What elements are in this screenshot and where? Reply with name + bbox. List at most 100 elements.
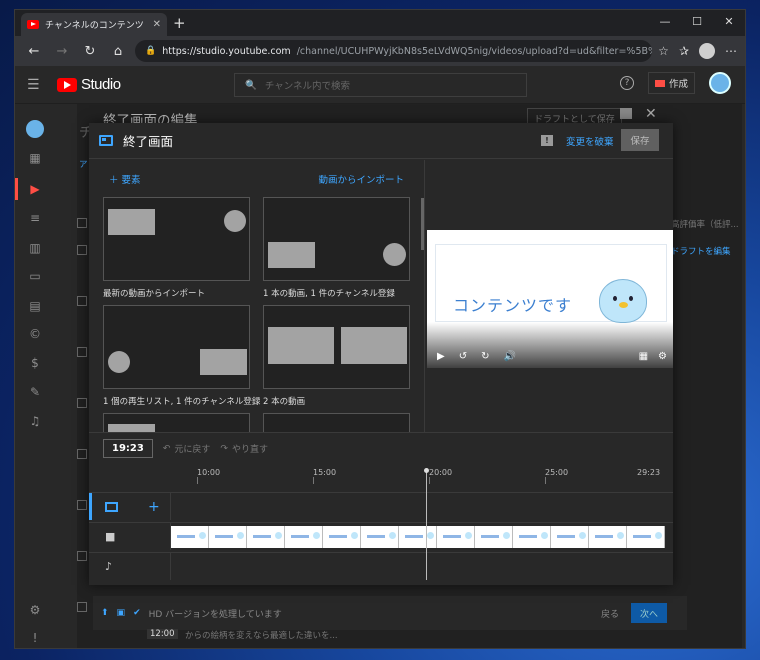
back-arrow-icon[interactable]: ←	[23, 44, 45, 59]
endscreen-icon	[99, 135, 113, 146]
bg-row-checkbox[interactable]	[77, 398, 87, 408]
discard-changes-button[interactable]: 変更を破棄	[566, 134, 614, 148]
collections-icon[interactable]: ✰	[679, 44, 689, 58]
tab-title: チャンネルのコンテンツ - YouTube Stu	[45, 21, 147, 31]
bg-row-checkbox[interactable]	[77, 551, 87, 561]
bg-select-all-checkbox[interactable]	[77, 218, 87, 228]
channel-avatar[interactable]	[709, 72, 731, 94]
volume-icon[interactable]: 🔊	[503, 351, 515, 362]
template-video-box	[341, 327, 407, 364]
grid-icon[interactable]: ▦	[639, 351, 648, 362]
ruler-tick: 25:00	[545, 468, 569, 477]
search-placeholder: チャンネル内で検索	[264, 81, 351, 92]
timeline-ruler[interactable]: 10:00 15:00 20:00 25:00 29:23	[89, 464, 673, 484]
save-button[interactable]: 保存	[621, 129, 659, 151]
bg-row-checkbox[interactable]	[77, 296, 87, 306]
copyright-icon[interactable]: ©	[27, 326, 43, 342]
template-playlist-box	[200, 349, 247, 375]
bg-edit-draft-link[interactable]: ドラフトを編集	[671, 245, 731, 257]
undo-icon: ↶	[162, 443, 171, 454]
back-button[interactable]: 戻る	[601, 607, 619, 620]
redo-button[interactable]: ↷ やり直す	[220, 442, 268, 456]
forward-arrow-icon[interactable]: →	[51, 44, 73, 59]
forward-icon[interactable]: ↻	[481, 351, 489, 362]
create-label: 作成	[668, 79, 688, 90]
play-icon[interactable]: ▶	[437, 351, 445, 362]
ruler-tick-mark	[429, 477, 430, 484]
tab-close-icon[interactable]: ✕	[153, 19, 161, 30]
endscreen-track-icon	[105, 501, 118, 512]
subtitles-icon[interactable]: ▤	[27, 298, 43, 314]
film-frame	[589, 526, 627, 548]
close-window-button[interactable]: ✕	[713, 10, 745, 32]
settings-gear-icon[interactable]: ⚙	[27, 602, 43, 618]
template-scrollbar[interactable]	[421, 198, 424, 250]
earn-icon[interactable]: $	[27, 355, 43, 371]
playlists-icon[interactable]: ≡	[27, 210, 43, 226]
plus-icon: ＋	[109, 175, 122, 186]
template-card[interactable]	[263, 305, 410, 389]
help-icon[interactable]: ?	[619, 76, 634, 90]
dashboard-icon[interactable]: ▦	[27, 150, 43, 166]
hd-icon: ▣	[116, 608, 126, 618]
video-track[interactable]: ■	[89, 522, 673, 550]
bg-row-checkbox[interactable]	[77, 347, 87, 357]
editor-feedback-icon[interactable]	[620, 108, 632, 119]
audio-library-icon[interactable]: ♫	[27, 413, 43, 429]
ruler-tick: 20:00	[429, 468, 453, 477]
endscreen-dialog: 終了画面 ! 変更を破棄 保存 ＋ 要素 動画からインポート 最新の動画からイン…	[89, 123, 673, 585]
import-from-video-button[interactable]: 動画からインポート	[318, 172, 404, 186]
bg-row-checkbox[interactable]	[77, 500, 87, 510]
reload-icon[interactable]: ↻	[79, 44, 101, 59]
new-tab-button[interactable]: +	[173, 14, 186, 32]
template-card[interactable]	[263, 413, 410, 432]
audio-track[interactable]: ♪	[89, 552, 673, 580]
comments-icon[interactable]: ▭	[27, 268, 43, 284]
analytics-icon[interactable]: ▥	[27, 240, 43, 256]
template-pane: ＋ 要素 動画からインポート 最新の動画からインポート 1 本の動画, 1 件の…	[89, 160, 425, 432]
sidebar-channel-avatar[interactable]	[26, 120, 44, 138]
timeline-playhead[interactable]	[426, 470, 427, 580]
next-button[interactable]: 次へ	[631, 603, 667, 623]
minimize-button[interactable]: —	[649, 10, 681, 32]
editor-close-icon[interactable]: ✕	[645, 106, 657, 122]
current-time-field[interactable]: 19:23	[103, 439, 153, 458]
more-menu-icon[interactable]: ⋯	[725, 44, 737, 58]
endscreen-element-track[interactable]: +	[89, 492, 673, 520]
template-card[interactable]	[103, 197, 250, 281]
bg-row-checkbox[interactable]	[77, 602, 87, 612]
add-element-plus-icon[interactable]: +	[148, 499, 160, 515]
playhead-handle[interactable]	[424, 468, 429, 473]
create-button[interactable]: 作成	[647, 72, 695, 94]
profile-avatar[interactable]	[699, 43, 715, 59]
favorites-star-icon[interactable]: ☆	[658, 44, 669, 58]
template-card[interactable]	[103, 413, 250, 432]
ruler-tick: 29:23	[637, 468, 661, 477]
content-icon[interactable]: ▶	[27, 181, 43, 197]
customize-icon[interactable]: ✎	[27, 384, 43, 400]
maximize-button[interactable]: ☐	[681, 10, 713, 32]
lock-icon: 🔒	[145, 46, 157, 56]
hamburger-menu-icon[interactable]: ☰	[27, 77, 57, 93]
dialog-title: 終了画面	[123, 134, 174, 149]
url-field[interactable]: 🔒 https://studio.youtube.com/channel/UCU…	[135, 40, 653, 62]
video-preview[interactable]: コンテンツです ▶ ↺ ↻ 🔊 ▦ ⚙	[427, 230, 673, 368]
feedback-icon[interactable]: !	[27, 630, 43, 646]
settings-gear-icon[interactable]: ⚙	[658, 351, 667, 362]
template-card[interactable]	[263, 197, 410, 281]
add-element-button[interactable]: ＋ 要素	[109, 172, 141, 186]
channel-search-input[interactable]: 🔍 チャンネル内で検索	[234, 73, 527, 97]
youtube-logo-icon[interactable]	[57, 77, 77, 92]
bg-row-checkbox[interactable]	[77, 449, 87, 459]
hd-processing-status: HD バージョンを処理しています	[148, 609, 282, 620]
rewind-icon[interactable]: ↺	[459, 351, 467, 362]
left-sidebar: ▦ ▶ ≡ ▥ ▭ ▤ © $ ✎ ♫ ⚙ !	[15, 104, 55, 648]
template-card[interactable]	[103, 305, 250, 389]
browser-tab[interactable]: チャンネルのコンテンツ - YouTube Stu ✕	[21, 13, 167, 36]
feedback-flag-icon[interactable]: !	[541, 135, 553, 146]
home-icon[interactable]: ⌂	[107, 44, 129, 59]
film-frame	[209, 526, 247, 548]
bg-row-checkbox[interactable]	[77, 245, 87, 255]
undo-button[interactable]: ↶ 元に戻す	[162, 442, 211, 456]
video-filmstrip	[171, 526, 665, 548]
